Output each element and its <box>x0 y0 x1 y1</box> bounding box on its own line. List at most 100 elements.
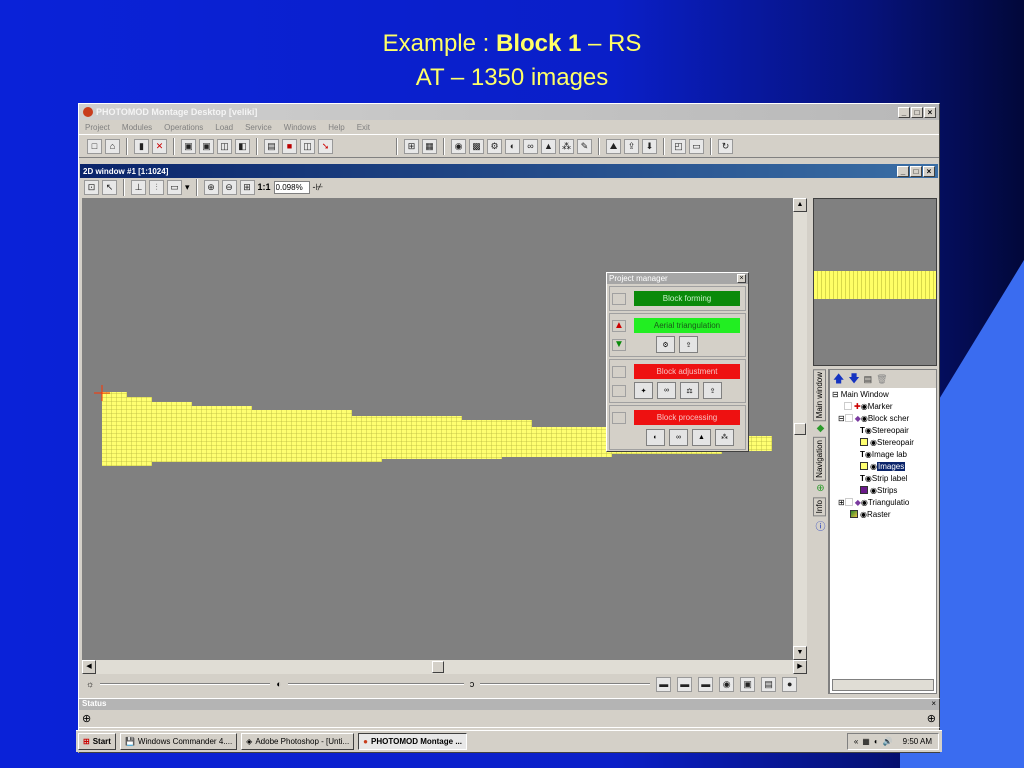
adjustment-tool-3-icon[interactable]: ⚖ <box>680 382 699 399</box>
terrain-icon[interactable]: ⛰ <box>606 138 621 154</box>
sliders-icon[interactable]: ⫶ <box>149 179 164 195</box>
status-scroll-right-icon[interactable]: ⊕ <box>927 712 936 725</box>
step-down-icon[interactable]: ▼ <box>612 338 626 351</box>
copy-icon[interactable]: ▣ <box>181 138 196 154</box>
film-icon[interactable]: ▩ <box>469 138 484 154</box>
status-scroll-left-icon[interactable]: ⊕ <box>82 712 91 725</box>
adjustment-tool-2-icon[interactable]: ∞ <box>657 382 676 399</box>
adjust-icon[interactable]: ⚙ <box>487 138 502 154</box>
task-windows-commander[interactable]: 💾 Windows Commander 4.... <box>119 733 238 750</box>
tree-item-images[interactable]: ◉ Images <box>830 460 936 472</box>
processing-points-icon[interactable]: ⁂ <box>715 428 734 446</box>
step-up-icon[interactable]: ▲ <box>612 319 626 332</box>
triangulation-export-icon[interactable]: ⇪ <box>679 336 698 353</box>
properties-icon[interactable]: ▤ <box>864 374 873 385</box>
split-icon[interactable]: ◫ <box>300 138 315 154</box>
processing-dem-icon[interactable]: ▲ <box>692 428 711 446</box>
delete-icon[interactable]: ✕ <box>152 138 167 154</box>
scroll-left-button[interactable]: ◀ <box>82 660 96 674</box>
stereo-icon[interactable]: ◐ <box>505 138 520 154</box>
move-down-icon[interactable]: 🡇 <box>848 370 859 389</box>
refresh-icon[interactable]: ↻ <box>718 138 733 154</box>
layer-icon[interactable]: ▤ <box>264 138 279 154</box>
window-2d-minimize-button[interactable]: _ <box>897 165 909 177</box>
contrast-slider[interactable] <box>287 683 464 685</box>
tray-expand[interactable]: « <box>854 737 858 746</box>
menu-help[interactable]: Help <box>328 123 344 132</box>
zoom-ratio[interactable]: 1:1 <box>258 182 271 192</box>
tree-item-image-labels[interactable]: T ◉ Image lab <box>830 448 936 460</box>
channel-r-button[interactable]: ▬ <box>656 676 672 692</box>
window-icon[interactable]: ▣ <box>199 138 214 154</box>
edit-icon[interactable]: ✎ <box>577 138 592 154</box>
tree-item-stereopair-2[interactable]: ◉ Stereopair <box>830 436 936 448</box>
record-icon[interactable]: ● <box>782 676 798 692</box>
tab-main-window[interactable]: Main window <box>813 369 826 422</box>
copy-view-icon[interactable]: ▣ <box>740 676 756 692</box>
view-mode-icon[interactable]: ▭ <box>167 179 182 195</box>
project-manager-close-button[interactable]: × <box>737 274 746 283</box>
scroll-up-button[interactable]: ▲ <box>793 198 807 212</box>
menu-operations[interactable]: Operations <box>164 123 203 132</box>
eye-icon[interactable]: ◉ <box>719 676 735 692</box>
adjustment-tool-4-icon[interactable]: ⇪ <box>703 382 722 399</box>
menu-service[interactable]: Service <box>245 123 272 132</box>
stop-icon[interactable]: ■ <box>282 138 297 154</box>
panel-icon[interactable]: ▭ <box>689 138 704 154</box>
brightness-slider[interactable] <box>100 683 271 685</box>
vertical-scrollbar[interactable]: ▲ ▼ <box>793 198 807 660</box>
menu-project[interactable]: Project <box>85 123 110 132</box>
menu-windows[interactable]: Windows <box>284 123 316 132</box>
trash-icon[interactable]: 🗑 <box>876 374 887 385</box>
channel-b-button[interactable]: ▬ <box>698 676 714 692</box>
tree-item-marker[interactable]: ✚ ◉ Marker <box>830 400 936 412</box>
menu-load[interactable]: Load <box>215 123 233 132</box>
minimize-button[interactable]: _ <box>898 106 910 118</box>
open-project-icon[interactable]: ⌂ <box>105 138 120 154</box>
maximize-button[interactable]: □ <box>911 106 923 118</box>
menu-exit[interactable]: Exit <box>357 123 370 132</box>
channel-g-button[interactable]: ▬ <box>677 676 693 692</box>
level-icon[interactable]: ⊥ <box>131 179 146 195</box>
zoom-in-icon[interactable]: ⊕ <box>203 179 219 195</box>
tree-item-block-scheme[interactable]: ⊟ ◆ ◉ Block scher <box>830 412 936 424</box>
task-photomod[interactable]: ● PHOTOMOD Montage ... <box>358 733 467 750</box>
grid-icon[interactable]: ▦ <box>422 138 437 154</box>
overview-panel[interactable] <box>813 198 937 366</box>
volume-icon[interactable]: 🔊 <box>883 737 893 746</box>
tree-item-triangulation[interactable]: ⊞ ◆ ◉ Triangulatio <box>830 496 936 508</box>
tree-item-strip-labels[interactable]: T ◉ Strip label <box>830 472 936 484</box>
zoom-out-icon[interactable]: ⊖ <box>221 179 237 195</box>
tree-item-raster[interactable]: ◉ Raster <box>830 508 936 520</box>
export-icon[interactable]: ⇪ <box>624 138 639 154</box>
gamma-slider[interactable] <box>480 683 651 685</box>
tab-navigation[interactable]: Navigation <box>813 437 826 482</box>
scroll-right-button[interactable]: ▶ <box>793 660 807 674</box>
window-cascade-icon[interactable]: ◫ <box>217 138 232 154</box>
zoom-input[interactable] <box>273 180 310 194</box>
move-up-icon[interactable]: 🡅 <box>833 370 844 389</box>
tree-root[interactable]: ⊟ Main Window <box>830 388 936 400</box>
task-adobe-photoshop[interactable]: ◈ Adobe Photoshop - [Unti... <box>241 733 355 750</box>
block-forming-button[interactable]: Block forming <box>634 291 740 306</box>
window-2d-maximize-button[interactable]: □ <box>910 165 922 177</box>
window-tile-icon[interactable]: ◧ <box>235 138 250 154</box>
curve-icon[interactable]: ➘ <box>318 138 333 154</box>
adjustment-tool-1-icon[interactable]: ✦ <box>634 382 653 399</box>
pointer-icon[interactable]: ↖ <box>102 179 117 195</box>
clock[interactable]: 9:50 AM <box>903 737 932 746</box>
dem-icon[interactable]: ▲ <box>541 138 556 154</box>
tree-horizontal-scrollbar[interactable] <box>832 679 934 691</box>
import-icon[interactable]: ⬇ <box>642 138 657 154</box>
tie-points-icon[interactable]: ⁂ <box>559 138 574 154</box>
start-button[interactable]: ⊞ Start <box>78 733 116 750</box>
page-icon[interactable]: ▤ <box>761 676 777 692</box>
new-project-icon[interactable]: □ <box>87 138 102 154</box>
window-2d-close-button[interactable]: × <box>923 165 935 177</box>
camera-icon[interactable]: ◉ <box>451 138 466 154</box>
block-processing-button[interactable]: Block processing <box>634 410 740 425</box>
triangulation-tool-icon[interactable]: ⚙ <box>656 336 675 353</box>
status-close-icon[interactable]: × <box>931 699 936 708</box>
processing-stereo-icon[interactable]: ◐ <box>646 428 665 446</box>
horizontal-scroll-thumb[interactable] <box>432 661 444 673</box>
